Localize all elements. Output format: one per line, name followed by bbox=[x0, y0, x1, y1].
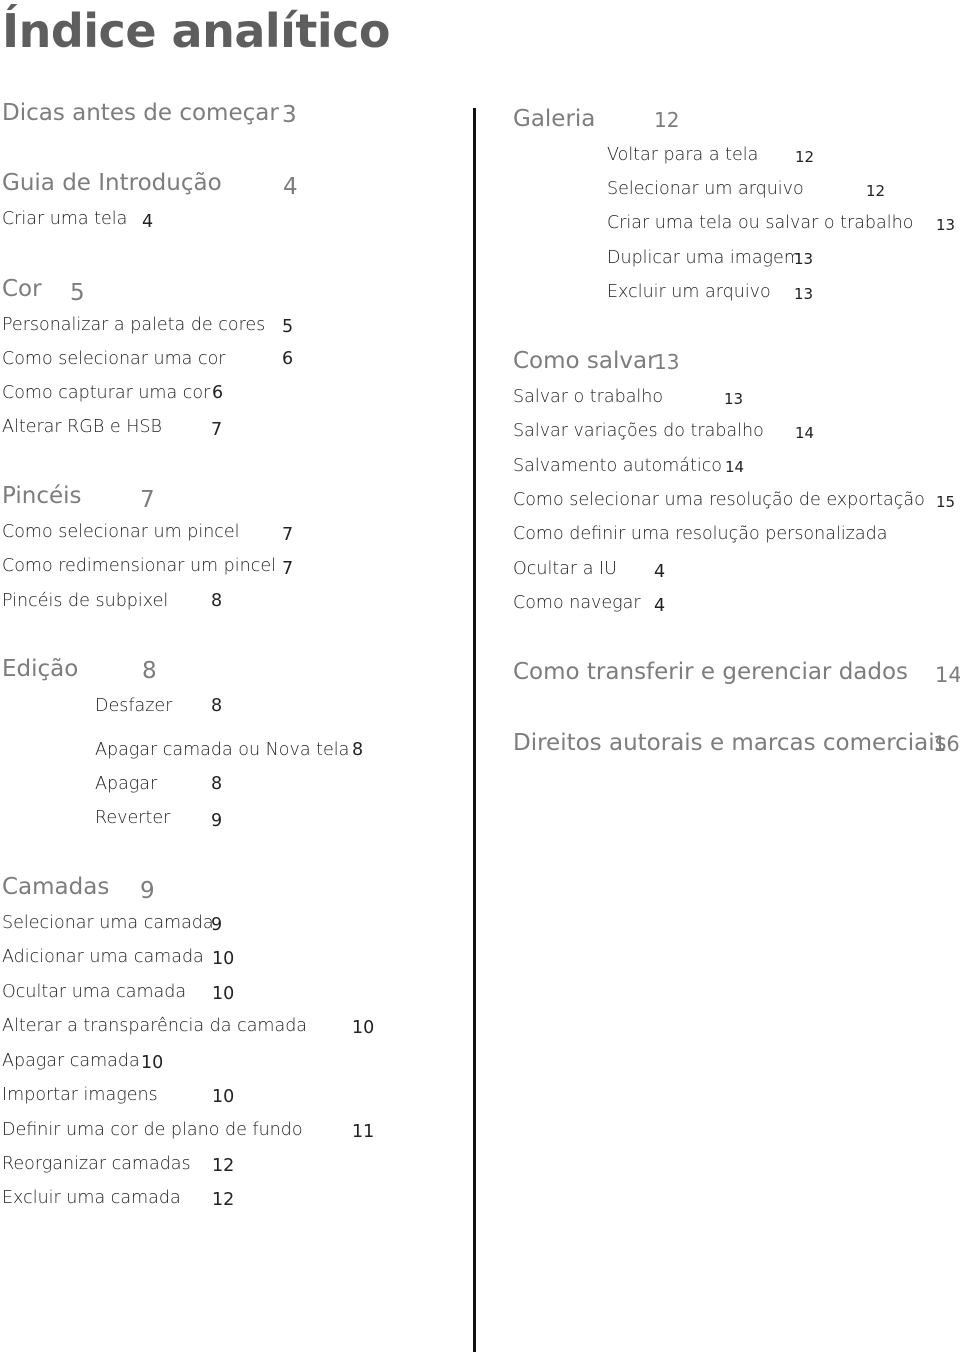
section-title[interactable]: Guia de Introdução bbox=[2, 170, 222, 196]
section-page: 13 bbox=[654, 350, 680, 374]
toc-item-page: 12 bbox=[866, 182, 886, 200]
section-title[interactable]: Galeria bbox=[513, 106, 595, 132]
toc-item[interactable]: Reorganizar camadas bbox=[2, 1154, 191, 1174]
section-title[interactable]: Pincéis bbox=[2, 483, 82, 509]
toc-item[interactable]: Adicionar uma camada bbox=[2, 947, 204, 967]
section-page: 16 bbox=[933, 732, 960, 756]
toc-item-page: 4 bbox=[142, 212, 154, 232]
section-page: 8 bbox=[142, 658, 157, 684]
toc-item-page: 8 bbox=[211, 591, 223, 611]
toc-item-page: 4 bbox=[654, 562, 666, 582]
toc-item[interactable]: Salvar variações do trabalho bbox=[513, 421, 764, 441]
section-title[interactable]: Cor bbox=[2, 276, 42, 302]
toc-item-page: 4 bbox=[654, 596, 666, 616]
toc-item-page: 15 bbox=[936, 493, 956, 511]
toc-item[interactable]: Selecionar um arquivo bbox=[607, 179, 804, 199]
toc-item-page: 10 bbox=[212, 1087, 235, 1107]
section-title[interactable]: Camadas bbox=[2, 874, 109, 900]
toc-item[interactable]: Salvar o trabalho bbox=[513, 387, 663, 407]
toc-item[interactable]: Criar uma tela ou salvar o trabalho bbox=[607, 213, 913, 233]
toc-item[interactable]: Apagar camada bbox=[2, 1051, 140, 1071]
toc-item-page: 13 bbox=[724, 390, 744, 408]
section-page: 9 bbox=[140, 878, 155, 904]
toc-item[interactable]: Como selecionar um pincel bbox=[2, 522, 240, 542]
toc-item[interactable]: Definir uma cor de plano de fundo bbox=[2, 1120, 303, 1140]
toc-item[interactable]: Apagar camada ou Nova tela bbox=[95, 740, 349, 760]
toc-item[interactable]: Personalizar a paleta de cores bbox=[2, 315, 265, 335]
toc-item[interactable]: Ocultar a IU bbox=[513, 559, 617, 579]
toc-item-page: 11 bbox=[352, 1122, 375, 1142]
toc-item-page: 5 bbox=[282, 317, 294, 337]
toc-item[interactable]: Selecionar uma camada bbox=[2, 913, 214, 933]
toc-item-page: 12 bbox=[212, 1156, 235, 1176]
toc-item[interactable]: Pincéis de subpixel bbox=[2, 591, 168, 611]
toc-item[interactable]: Voltar para a tela bbox=[607, 145, 758, 165]
toc-item[interactable]: Importar imagens bbox=[2, 1085, 158, 1105]
toc-item[interactable]: Alterar RGB e HSB bbox=[2, 417, 162, 437]
section-page: 4 bbox=[283, 174, 298, 200]
toc-item-page: 14 bbox=[795, 424, 815, 442]
section-page: 5 bbox=[70, 280, 85, 306]
toc-item-page: 10 bbox=[212, 949, 235, 969]
toc-item-page: 10 bbox=[212, 984, 235, 1004]
toc-item-page: 14 bbox=[725, 458, 745, 476]
toc-item[interactable]: Como selecionar uma resolução de exporta… bbox=[513, 490, 925, 510]
toc-item[interactable]: Excluir um arquivo bbox=[607, 282, 771, 302]
column-divider bbox=[473, 108, 476, 1352]
toc-item[interactable]: Ocultar uma camada bbox=[2, 982, 186, 1002]
section-title[interactable]: Como transferir e gerenciar dados bbox=[513, 659, 908, 685]
toc-item-page: 13 bbox=[936, 216, 956, 234]
toc-item-page: 8 bbox=[211, 774, 223, 794]
toc-item[interactable]: Como navegar bbox=[513, 593, 641, 613]
toc-item[interactable]: Criar uma tela bbox=[2, 209, 127, 229]
toc-item-page: 12 bbox=[212, 1190, 235, 1210]
toc-item[interactable]: Salvamento automático bbox=[513, 456, 722, 476]
page-title: Índice analítico bbox=[2, 4, 391, 58]
toc-item-page: 7 bbox=[211, 420, 223, 440]
toc-item[interactable]: Alterar a transparência da camada bbox=[2, 1016, 307, 1036]
toc-item[interactable]: Reverter bbox=[95, 808, 170, 828]
toc-item[interactable]: Excluir uma camada bbox=[2, 1188, 181, 1208]
toc-item[interactable]: Como capturar uma cor bbox=[2, 383, 210, 403]
toc-item-page: 10 bbox=[352, 1018, 375, 1038]
toc-item-page: 8 bbox=[352, 740, 364, 760]
toc-item-page: 9 bbox=[211, 915, 223, 935]
toc-item-page: 8 bbox=[211, 696, 223, 716]
section-title[interactable]: Dicas antes de começar bbox=[2, 100, 279, 126]
toc-item-page: 9 bbox=[211, 811, 223, 831]
section-title[interactable]: Direitos autorais e marcas comerciais bbox=[513, 730, 947, 756]
toc-item[interactable]: Como selecionar uma cor bbox=[2, 349, 225, 369]
section-title[interactable]: Edição bbox=[2, 656, 78, 682]
section-page: 3 bbox=[282, 102, 297, 128]
toc-item-page: 12 bbox=[795, 148, 815, 166]
toc-item-page: 13 bbox=[794, 250, 814, 268]
toc-item-page: 7 bbox=[282, 559, 294, 579]
toc-item-page: 6 bbox=[282, 349, 294, 369]
section-page: 7 bbox=[140, 487, 155, 513]
section-page: 14 bbox=[935, 663, 960, 687]
toc-item-page: 7 bbox=[282, 525, 294, 545]
toc-item-page: 10 bbox=[141, 1053, 164, 1073]
toc-item[interactable]: Como definir uma resolução personalizada bbox=[513, 524, 887, 544]
section-title[interactable]: Como salvar bbox=[513, 348, 657, 374]
section-page: 12 bbox=[654, 108, 680, 132]
toc-item[interactable]: Como redimensionar um pincel bbox=[2, 556, 276, 576]
toc-item[interactable]: Desfazer bbox=[95, 696, 172, 716]
toc-item-page: 6 bbox=[212, 383, 224, 403]
toc-item[interactable]: Duplicar uma imagem bbox=[607, 248, 801, 268]
toc-item[interactable]: Apagar bbox=[95, 774, 157, 794]
toc-item-page: 13 bbox=[794, 285, 814, 303]
